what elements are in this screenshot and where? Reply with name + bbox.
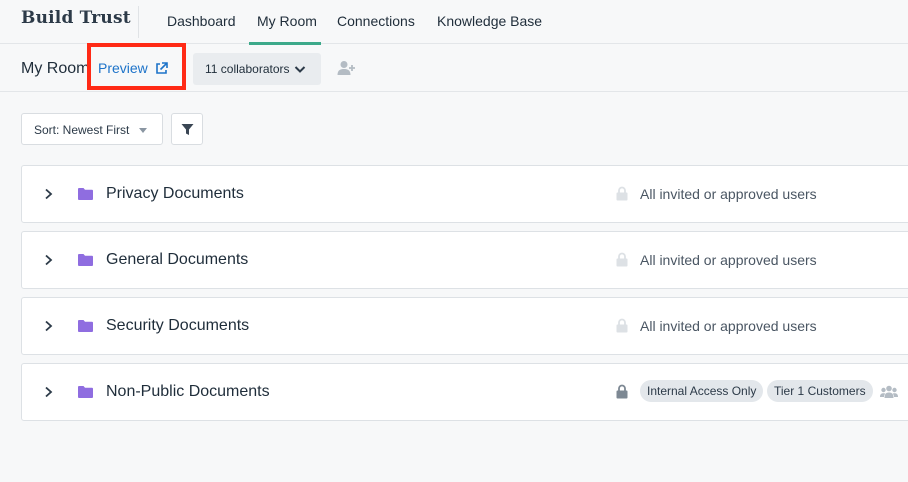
nav-my-room[interactable]: My Room <box>257 13 317 29</box>
access-label: All invited or approved users <box>640 186 817 202</box>
external-link-icon[interactable] <box>154 61 169 76</box>
lock-icon <box>616 186 628 201</box>
brand-logo[interactable]: Build Trust <box>21 8 131 28</box>
lock-icon <box>616 252 628 267</box>
add-user-icon[interactable] <box>337 60 355 76</box>
folder-row-general[interactable]: General Documents All invited or approve… <box>21 231 908 289</box>
sort-dropdown[interactable]: Sort: Newest First <box>21 113 163 145</box>
filter-icon <box>181 124 194 135</box>
folder-row-security[interactable]: Security Documents All invited or approv… <box>21 297 908 355</box>
caret-down-icon <box>139 128 147 133</box>
chevron-down-icon <box>294 66 306 73</box>
chevron-right-icon[interactable] <box>44 188 53 200</box>
chevron-right-icon[interactable] <box>44 320 53 332</box>
lock-icon <box>616 384 628 399</box>
lock-icon <box>616 318 628 333</box>
sort-label: Sort: Newest First <box>34 123 130 137</box>
access-label: All invited or approved users <box>640 252 817 268</box>
page-title: My Room <box>21 60 90 77</box>
folder-title[interactable]: Privacy Documents <box>106 185 244 203</box>
chevron-right-icon[interactable] <box>44 254 53 266</box>
folder-title[interactable]: General Documents <box>106 251 248 269</box>
folder-title[interactable]: Security Documents <box>106 317 249 335</box>
folder-icon <box>78 254 93 266</box>
folder-row-privacy[interactable]: Privacy Documents All invited or approve… <box>21 165 908 223</box>
folder-icon <box>78 188 93 200</box>
room-header: My Room Preview 11 collaborators <box>0 43 908 92</box>
filter-button[interactable] <box>171 113 203 145</box>
nav-connections[interactable]: Connections <box>337 13 415 29</box>
folder-title[interactable]: Non-Public Documents <box>106 383 270 401</box>
chevron-right-icon[interactable] <box>44 386 53 398</box>
collaborators-dropdown[interactable]: 11 collaborators <box>193 53 321 85</box>
top-navigation: Build Trust Dashboard My Room Connection… <box>0 0 908 45</box>
nav-knowledge-base[interactable]: Knowledge Base <box>437 13 542 29</box>
folder-icon <box>78 386 93 398</box>
collaborators-label: 11 collaborators <box>205 62 290 76</box>
access-badge: Internal Access Only <box>640 380 764 402</box>
group-users-icon <box>880 385 898 398</box>
folder-icon <box>78 320 93 332</box>
access-label: All invited or approved users <box>640 318 817 334</box>
nav-dashboard[interactable]: Dashboard <box>167 13 236 29</box>
folder-row-non-public[interactable]: Non-Public Documents Internal Access Onl… <box>21 363 908 421</box>
brand-divider <box>138 6 139 38</box>
preview-link[interactable]: Preview <box>98 60 148 76</box>
access-badge: Tier 1 Customers <box>767 380 873 402</box>
